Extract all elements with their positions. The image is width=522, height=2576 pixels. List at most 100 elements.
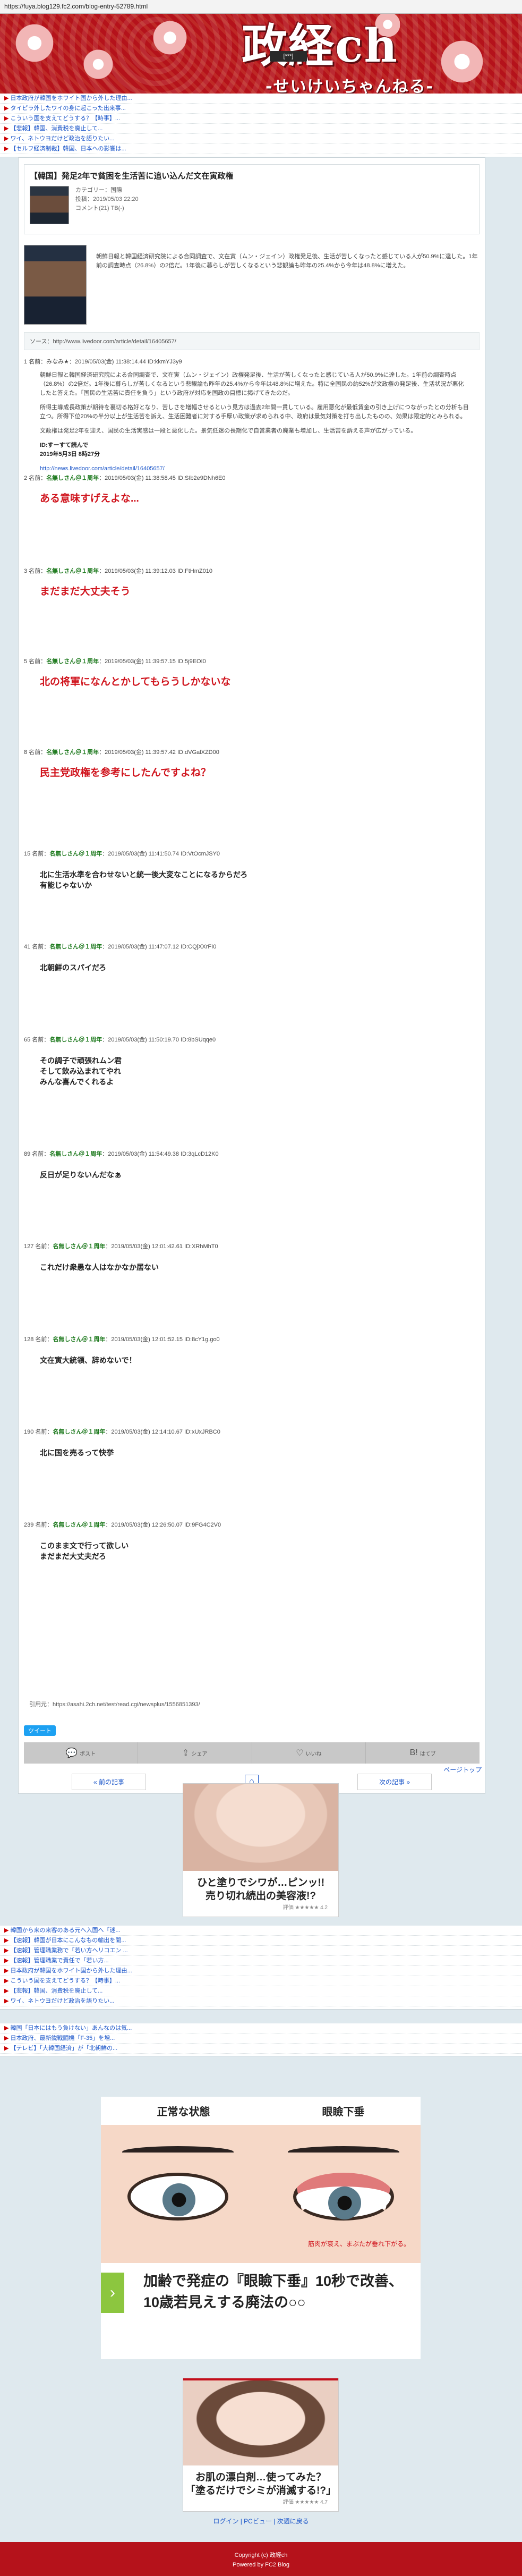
- meta-category[interactable]: カテゴリー：国際: [75, 186, 139, 195]
- first-post: 1 名前：みなみ★：2019/05/03(金) 11:38:14.44 ID:k…: [24, 358, 480, 473]
- ticker-item[interactable]: ▶ こういう国を支えてどうする？【時事】...: [0, 1976, 522, 1986]
- ticker-item[interactable]: ▶ 日本政府が韓国をホワイト国から外した理由...: [0, 1966, 522, 1976]
- footer-links[interactable]: ログイン | PCビュー | 次週に戻る: [0, 2516, 522, 2526]
- ticker-link[interactable]: 日本政府、最新鋭戦闘機「F-35」を増...: [10, 2035, 115, 2041]
- response-number[interactable]: 128 名前：: [24, 1336, 53, 1343]
- ticker-link[interactable]: ワイ、ネトウヨだけど政治を語りたい...: [10, 135, 114, 142]
- response-header: 8 名前：名無しさん＠１周年：2019/05/03(金) 11:39:57.42…: [24, 748, 475, 756]
- response-item: 128 名前：名無しさん＠１周年：2019/05/03(金) 12:01:52.…: [24, 1335, 475, 1366]
- ad-eyelid[interactable]: 正常な状態 眼瞼下垂 筋肉が衰え、まぶたが垂れ下がる。 › 加齢で発症の『眼瞼下…: [101, 2097, 421, 2359]
- response-item: 65 名前：名無しさん＠１周年：2019/05/03(金) 11:50:19.7…: [24, 1035, 475, 1087]
- response-number[interactable]: 15 名前：: [24, 851, 49, 857]
- ad-headline-area[interactable]: › 加齢で発症の『眼瞼下垂』10秒で改善、10歳若見えする廃法の○○: [101, 2263, 421, 2316]
- response-number[interactable]: 2 名前：: [24, 475, 46, 481]
- ticker-link[interactable]: 韓国から来の来客のある元へ入国へ「迷...: [10, 1927, 120, 1934]
- ticker-item[interactable]: ▶ 【速報】管理職業で責任で「若い方...: [0, 1956, 522, 1966]
- next-article-link[interactable]: 次の記事 »: [357, 1773, 432, 1790]
- response-text: これだけ衆愚な人はなかなか居ない: [40, 1263, 159, 1272]
- ticker-item[interactable]: ▶ ワイ、ネトウヨだけど政治を語りたい...: [0, 134, 522, 144]
- response-item: 190 名前：名無しさん＠１周年：2019/05/03(金) 12:14:10.…: [24, 1427, 475, 1458]
- meta-comments[interactable]: コメント(21) TB(-): [75, 204, 139, 213]
- response-number[interactable]: 190 名前：: [24, 1429, 53, 1435]
- article-title[interactable]: 【韓国】発足2年で貧困を生活苦に追い込んだ文在寅政権: [30, 170, 474, 181]
- response-text: 北朝鮮のスパイだろ: [40, 963, 107, 972]
- response-meta: ：2019/05/03(金) 11:39:57.42 ID:dVGalXZD00: [99, 749, 219, 756]
- action-like[interactable]: ♡ いいね: [252, 1742, 366, 1764]
- ticker-item[interactable]: ▶ 韓国「日本にはもう負けない」あんなのは気...: [0, 2023, 522, 2033]
- prev-article-link[interactable]: « 前の記事: [72, 1773, 147, 1790]
- ticker-item[interactable]: ▶ 【悲報】韓国、消費税を廃止して...: [0, 1986, 522, 1996]
- bullet-icon: ▶: [4, 1947, 9, 1954]
- ticker-link[interactable]: 日本政府が韓国をホワイト国から外した理由...: [10, 95, 132, 101]
- ticker-link[interactable]: 韓国「日本にはもう負けない」あんなのは気...: [10, 2025, 132, 2031]
- action-hatena[interactable]: B! はてブ: [366, 1742, 480, 1764]
- ticker-item[interactable]: ▶ タイピラ外したワイの身に起こった出来事...: [0, 104, 522, 114]
- tweet-button[interactable]: ツイート: [24, 1725, 56, 1736]
- ticker-link[interactable]: こういう国を支えてどうする？【時事】...: [10, 115, 120, 122]
- ticker-item[interactable]: ▶ ワイ、ネトウヨだけど政治を語りたい...: [0, 1996, 522, 2006]
- response-header: 3 名前：名無しさん＠１周年：2019/05/03(金) 11:39:12.03…: [24, 566, 475, 575]
- ad-eyes-illustration: 筋肉が衰え、まぶたが垂れ下がる。: [101, 2125, 421, 2263]
- ticker-link[interactable]: 【速報】管理職業で責任で「若い方...: [10, 1958, 108, 1964]
- ad-caption[interactable]: お肌の漂白剤…使ってみた？ 「塗るだけでシミが消滅する!?」: [183, 2471, 338, 2497]
- response-number[interactable]: 41 名前：: [24, 944, 49, 950]
- response-author: 名無しさん＠１周年: [53, 1243, 106, 1250]
- response-number[interactable]: 8 名前：: [24, 749, 46, 756]
- ticker-item[interactable]: ▶ 【セルフ経済制裁】韓国、日本への影響は...: [0, 144, 522, 154]
- ticker-link[interactable]: こういう国を支えてどうする？【時事】...: [10, 1978, 120, 1984]
- arrow-right-icon[interactable]: ›: [101, 2273, 124, 2313]
- post-source-link[interactable]: http://news.livedoor.com/article/detail/…: [40, 465, 165, 472]
- response-number[interactable]: 65 名前：: [24, 1037, 49, 1043]
- ticker-link[interactable]: 【テレビ】「大韓国経済」が「北朝鮮の...: [10, 2045, 117, 2052]
- normal-eye-icon: [127, 2173, 228, 2221]
- site-logo-title[interactable]: 政経ch: [242, 23, 398, 69]
- response-header: 127 名前：名無しさん＠１周年：2019/05/03(金) 12:01:42.…: [24, 1242, 475, 1250]
- thread-source[interactable]: 引用元：https://asahi.2ch.net/test/read.cgi/…: [24, 1696, 480, 1713]
- ticker-item[interactable]: ▶ こういう国を支えてどうする？【時事】...: [0, 114, 522, 124]
- iris-icon: [162, 2183, 195, 2216]
- response-number[interactable]: 127 名前：: [24, 1243, 53, 1250]
- source-line[interactable]: ソース：http://www.livedoor.com/article/deta…: [24, 332, 480, 350]
- action-share[interactable]: ⇪ シェア: [138, 1742, 252, 1764]
- ticker-item[interactable]: ▶ 【速報】韓国が日本にこんなもの輸出を開...: [0, 1936, 522, 1946]
- response-author: 名無しさん＠１周年: [49, 1151, 102, 1157]
- ad-image-face: [183, 2378, 338, 2465]
- ticker-link[interactable]: 【速報】韓国が日本にこんなもの輸出を開...: [10, 1937, 126, 1944]
- ticker-link[interactable]: タイピラ外したワイの身に起こった出来事...: [10, 105, 125, 112]
- response-number[interactable]: 3 名前：: [24, 568, 46, 574]
- menu-chip[interactable]: [***]: [270, 51, 307, 62]
- response-item: 8 名前：名無しさん＠１周年：2019/05/03(金) 11:39:57.42…: [24, 748, 475, 778]
- ticker-link[interactable]: 【悲報】韓国、消費税を廃止して...: [10, 125, 102, 132]
- response-number[interactable]: 89 名前：: [24, 1151, 49, 1157]
- ticker-item[interactable]: ▶ 【速報】管理職業務で「若い方ヘリコエン ...: [0, 1946, 522, 1956]
- address-bar[interactable]: https://fuya.blog129.fc2.com/blog-entry-…: [0, 0, 522, 14]
- ticker-link[interactable]: 日本政府が韓国をホワイト国から外した理由...: [10, 1968, 132, 1974]
- response-text: ある意味すげえよな...: [40, 493, 139, 504]
- ad-headline[interactable]: 加齢で発症の『眼瞼下垂』10秒で改善、10歳若見えする廃法の○○: [143, 2270, 409, 2313]
- ticker-link[interactable]: 【悲報】韓国、消費税を廃止して...: [10, 1988, 102, 1994]
- response-header: 5 名前：名無しさん＠１周年：2019/05/03(金) 11:39:57.15…: [24, 657, 475, 665]
- response-author: 名無しさん＠１周年: [46, 749, 99, 756]
- ticker-item[interactable]: ▶ 【悲報】韓国、消費税を廃止して...: [0, 124, 522, 134]
- response-number[interactable]: 239 名前：: [24, 1522, 53, 1528]
- ad-serum[interactable]: ひと塗りでシワが…ピンッ!! 売り切れ続出の美容液!? 評価 ★★★★★ 4.2: [183, 1783, 339, 1917]
- ad-whitening[interactable]: お肌の漂白剤…使ってみた？ 「塗るだけでシミが消滅する!?」 評価 ★★★★★ …: [183, 2378, 339, 2512]
- response-author: 名無しさん＠１周年: [46, 658, 99, 665]
- action-post[interactable]: 💬 ポスト: [24, 1742, 138, 1764]
- ticker-link[interactable]: ワイ、ネトウヨだけど政治を語りたい...: [10, 1998, 114, 2004]
- ticker-item[interactable]: ▶ 日本政府、最新鋭戦闘機「F-35」を増...: [0, 2033, 522, 2044]
- ad-caption[interactable]: ひと塗りでシワが…ピンッ!! 売り切れ続出の美容液!?: [183, 1876, 338, 1903]
- response-meta: ：2019/05/03(金) 12:01:52.15 ID:8cY1g.go0: [105, 1336, 220, 1343]
- ticker-link[interactable]: 【セルフ経済制裁】韓国、日本への影響は...: [10, 146, 126, 152]
- ticker-item[interactable]: ▶ 韓国から来の来客のある元へ入国へ「迷...: [0, 1926, 522, 1936]
- ticker-item[interactable]: ▶ 日本政府が韓国をホワイト国から外した理由...: [0, 94, 522, 104]
- ticker-item[interactable]: ▶ 【テレビ】「大韓国経済」が「北朝鮮の...: [0, 2044, 522, 2054]
- post-paragraph: 所得主導成長政策が期待を裏切る格好となり、苦しさを増幅させるという見方は過去2年…: [40, 404, 469, 420]
- response-number[interactable]: 5 名前：: [24, 658, 46, 665]
- page-top-link[interactable]: ページトップ: [443, 1765, 482, 1774]
- powered-by[interactable]: Powered by FC2 Blog: [0, 2560, 522, 2570]
- bullet-icon: ▶: [4, 2045, 9, 2052]
- bullet-icon: ▶: [4, 105, 9, 112]
- ticker-link[interactable]: 【速報】管理職業務で「若い方ヘリコエン ...: [10, 1947, 127, 1954]
- response-meta: ：2019/05/03(金) 12:14:10.67 ID:xUxJRBC0: [105, 1429, 220, 1435]
